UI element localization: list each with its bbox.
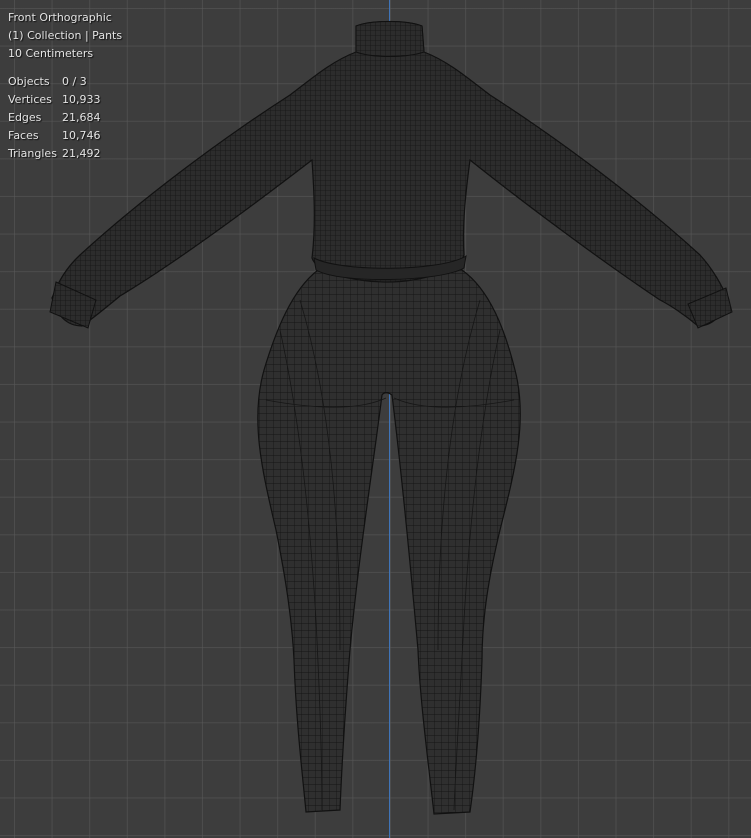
- stat-label: Edges: [8, 111, 42, 124]
- stat-triangles: Triangles 21,492: [8, 145, 122, 163]
- viewport-info-overlay: Front Orthographic (1) Collection | Pant…: [8, 9, 122, 163]
- stat-label: Triangles: [8, 147, 57, 160]
- stat-label: Vertices: [8, 93, 52, 106]
- stat-edges: Edges 21,684: [8, 109, 122, 127]
- stat-label: Faces: [8, 129, 39, 142]
- view-name: Front Orthographic: [8, 11, 112, 24]
- scene-statistics: Objects 0 / 3 Vertices 10,933 Edges 21,6…: [8, 73, 122, 163]
- stat-value: 10,933: [62, 93, 101, 106]
- stat-value: 21,492: [62, 147, 101, 160]
- collection-info: (1) Collection | Pants: [8, 29, 123, 42]
- stat-value: 10,746: [62, 129, 101, 142]
- stat-label: Objects: [8, 75, 50, 88]
- stat-value: 21,684: [62, 111, 101, 124]
- sweater-mesh[interactable]: [51, 20, 729, 327]
- stat-objects: Objects 0 / 3: [8, 73, 122, 91]
- stat-vertices: Vertices 10,933: [8, 91, 122, 109]
- stat-faces: Faces 10,746: [8, 127, 122, 145]
- pants-mesh[interactable]: [257, 269, 521, 815]
- 3d-viewport[interactable]: Front Orthographic (1) Collection | Pant…: [0, 0, 751, 838]
- stat-value: 0 / 3: [62, 75, 87, 88]
- grid-scale: 10 Centimeters: [8, 47, 94, 60]
- collar: [355, 21, 425, 57]
